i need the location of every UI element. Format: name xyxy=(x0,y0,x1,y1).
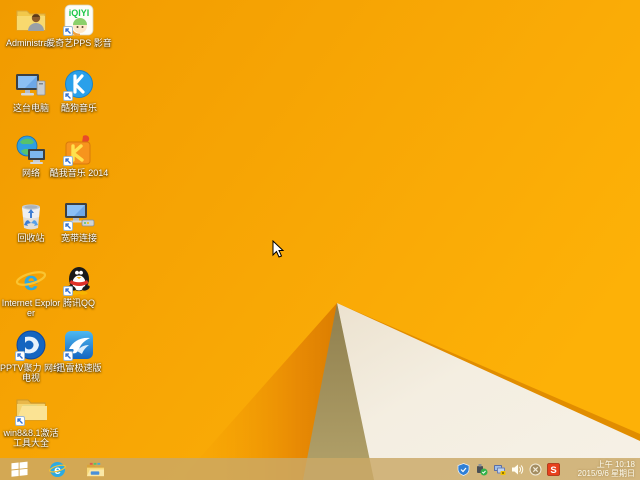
desktop-item-iqiyi-pps[interactable]: iQIYI 爱奇艺PPS 影音 xyxy=(46,4,112,69)
taskbar-clock[interactable]: 上午 10:18 2015/9/6 星期日 xyxy=(578,458,637,480)
desktop-item-label: 网络 xyxy=(21,168,40,178)
security-shield-icon[interactable] xyxy=(457,462,470,476)
volume-icon[interactable] xyxy=(511,463,524,476)
taskbar-internet-explorer-button[interactable]: e xyxy=(38,458,76,480)
sogou-input-icon[interactable]: S xyxy=(547,462,560,476)
recycle-bin-icon xyxy=(22,204,40,230)
shortcut-arrow-icon xyxy=(63,156,73,166)
shortcut-arrow-icon xyxy=(63,221,73,231)
user-folder-icon xyxy=(16,10,46,31)
internet-explorer-icon: e xyxy=(15,266,47,296)
desktop-item-label: 爱奇艺PPS 影音 xyxy=(46,38,112,48)
windows-start-icon xyxy=(10,461,28,477)
folder-explorer-icon xyxy=(86,462,104,476)
clock-time: 上午 10:18 xyxy=(596,459,635,469)
taskbar-file-explorer-button[interactable] xyxy=(76,458,114,480)
desktop-item-kuwo-music[interactable]: 酷我音乐 2014 xyxy=(46,134,112,199)
system-tray: S xyxy=(457,458,560,480)
shortcut-arrow-icon xyxy=(63,91,73,101)
clock-date: 2015/9/6 星期日 xyxy=(577,469,635,478)
desktop-item-label: 这台电脑 xyxy=(12,103,49,113)
shortcut-arrow-icon xyxy=(15,351,25,361)
shortcut-arrow-icon xyxy=(63,286,73,296)
network-icon xyxy=(16,135,45,164)
shortcut-arrow-icon xyxy=(15,416,25,426)
desktop-item-label: 酷狗音乐 xyxy=(60,103,97,113)
windows-desktop: { "desktop": { "column1": [ { "label": "… xyxy=(0,0,640,480)
desktop-item-label: 回收站 xyxy=(17,233,45,243)
ie-taskbar-icon: e xyxy=(48,461,66,477)
shortcut-arrow-icon xyxy=(63,351,73,361)
usb-safely-remove-icon[interactable] xyxy=(475,463,488,476)
desktop-item-tencent-qq[interactable]: 腾讯QQ xyxy=(46,264,112,329)
desktop-item-win8-activation-tools[interactable]: win8&8.1激活工具大全 xyxy=(0,394,62,459)
taskbar: e S 上午 10:18 2015/9/6 星期日 xyxy=(0,458,640,480)
desktop-item-xunlei[interactable]: 迅雷极速版 xyxy=(46,329,112,394)
desktop-item-kugou-music[interactable]: 酷狗音乐 xyxy=(46,69,112,134)
svg-text:S: S xyxy=(550,465,556,476)
desktop-item-label: 宽带连接 xyxy=(60,233,97,243)
shortcut-arrow-icon xyxy=(63,26,73,36)
desktop-item-broadband-connection[interactable]: 宽带连接 xyxy=(46,199,112,264)
svg-text:iQIYI: iQIYI xyxy=(69,8,90,18)
desktop-item-label: 迅雷极速版 xyxy=(56,363,102,373)
start-button[interactable] xyxy=(0,458,38,480)
desktop-icon-column-2: iQIYI 爱奇艺PPS 影音 酷狗音乐 酷我音乐 2014 宽带连接 腾讯QQ… xyxy=(46,4,112,394)
disconnected-circle-icon[interactable] xyxy=(529,463,542,476)
desktop-item-label: win8&8.1激活工具大全 xyxy=(3,428,59,448)
desktop-item-label: 腾讯QQ xyxy=(62,298,95,308)
desktop-item-label: 酷我音乐 2014 xyxy=(49,168,109,178)
display-device-icon[interactable] xyxy=(493,463,506,476)
this-pc-icon xyxy=(16,74,46,96)
